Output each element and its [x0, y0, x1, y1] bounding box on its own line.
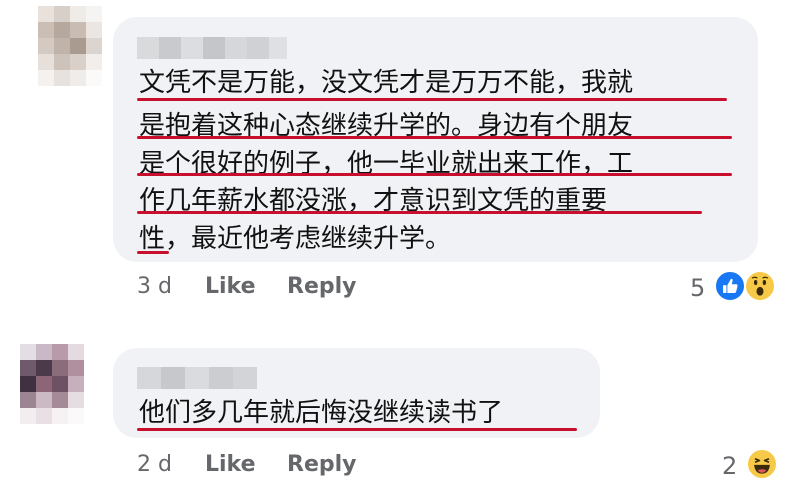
avatar[interactable] [38, 6, 102, 86]
avatar[interactable] [20, 344, 84, 424]
comment-text-line: 性，最近他考虑继续升学。 [139, 224, 452, 254]
reaction-count[interactable]: 5 [690, 274, 705, 302]
comment-time[interactable]: 3 d [137, 274, 172, 299]
reply-button[interactable]: Reply [287, 452, 357, 477]
red-underline [137, 211, 702, 214]
like-button[interactable]: Like [205, 452, 256, 477]
like-icon[interactable] [714, 270, 746, 302]
like-button[interactable]: Like [205, 274, 256, 299]
red-underline [137, 98, 727, 101]
red-underline [137, 428, 577, 431]
reaction-count[interactable]: 2 [722, 452, 737, 480]
commenter-name[interactable] [137, 37, 287, 59]
commenter-name[interactable] [137, 367, 257, 389]
reply-button[interactable]: Reply [287, 274, 357, 299]
comment-text-line: 他们多几年就后悔没继续读书了 [139, 398, 504, 428]
red-underline [137, 136, 732, 139]
comment-time[interactable]: 2 d [137, 452, 172, 477]
haha-icon[interactable] [746, 448, 778, 480]
comment-text-line: 文凭不是万能，没文凭才是万万不能，我就 [139, 68, 634, 98]
red-underline [137, 251, 169, 254]
wow-icon[interactable] [744, 270, 776, 302]
red-underline [137, 173, 732, 176]
